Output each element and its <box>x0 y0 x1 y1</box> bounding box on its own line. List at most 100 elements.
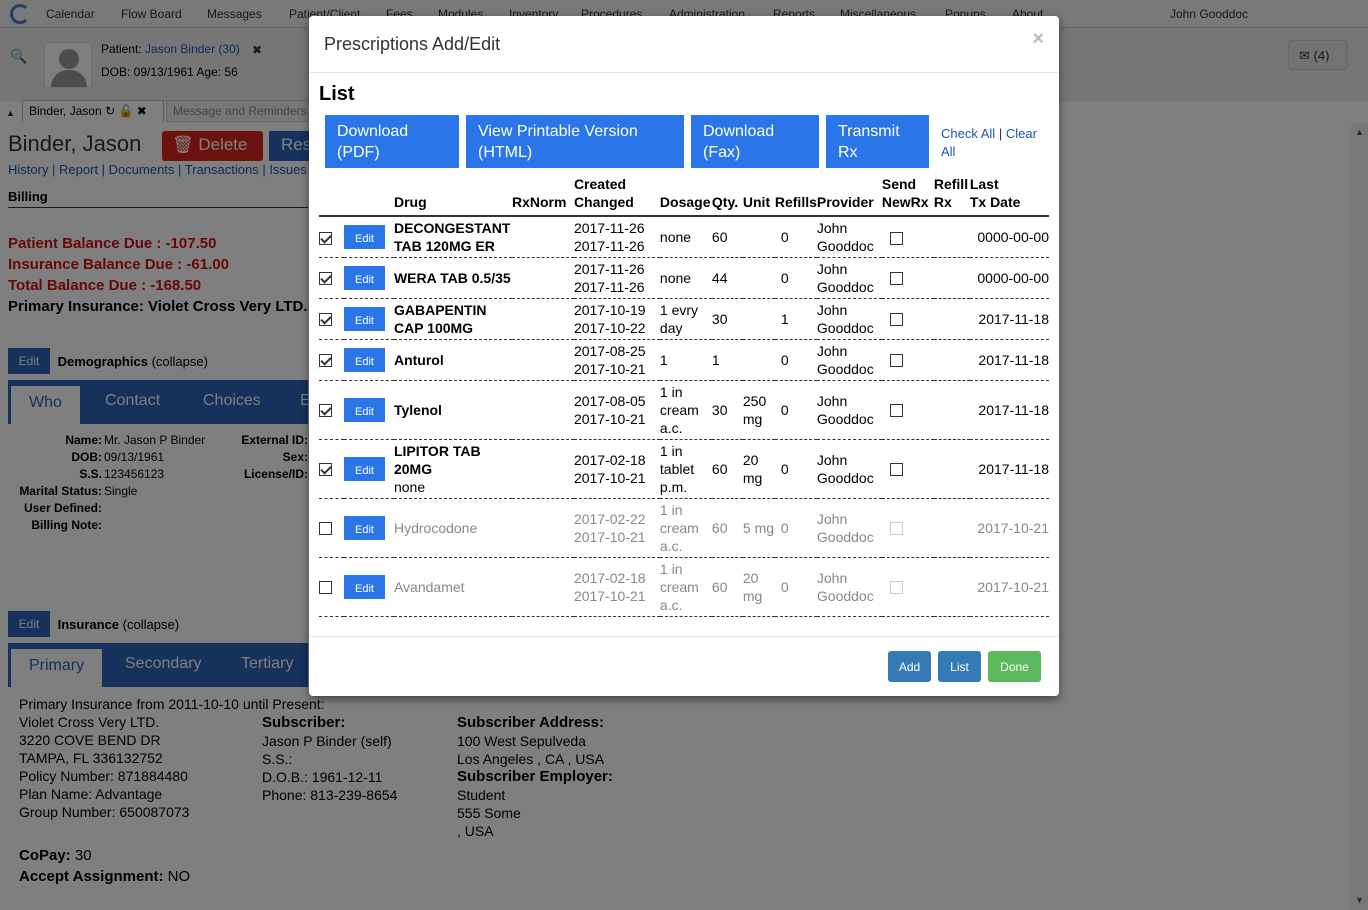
table-header-row: Drug RxNorm Created Changed Dosage Qty. U… <box>319 175 1049 217</box>
download-pdf-button[interactable]: Download (PDF) <box>325 115 459 168</box>
row-drug: GABAPENTIN CAP 100MG <box>393 298 512 340</box>
download-fax-button[interactable]: Download (Fax) <box>691 115 819 168</box>
row-select-checkbox[interactable] <box>319 522 332 536</box>
row-unit <box>742 257 775 299</box>
created-date: 2017-11-26 <box>573 219 645 236</box>
row-edit-button[interactable]: Edit <box>343 456 385 481</box>
row-dosage: 1 in tablet p.m. <box>659 439 712 499</box>
table-row: Edit WERA TAB 0.5/35 2017-11-26 2017-11-26 n… <box>319 257 1049 299</box>
row-rxnorm <box>511 439 574 499</box>
row-provider: John Gooddoc <box>816 298 882 340</box>
modal-header-divider <box>309 72 1059 73</box>
row-refill-rx <box>933 380 970 440</box>
row-dates: 2017-02-18 2017-10-21 <box>573 557 660 617</box>
row-rxnorm <box>511 339 574 381</box>
check-all-link[interactable]: Check All <box>941 126 995 141</box>
row-select-cell <box>319 439 344 499</box>
row-dosage: 1 in cream a.c. <box>659 498 712 558</box>
drug-name: DECONGESTANT TAB 120MG ER <box>393 219 511 254</box>
row-qty: 30 <box>711 298 743 340</box>
list-heading: List <box>319 83 355 105</box>
row-edit-button[interactable]: Edit <box>343 265 385 290</box>
row-dates: 2017-02-18 2017-10-21 <box>573 439 660 499</box>
link-separator: | <box>998 126 1003 141</box>
send-newrx-checkbox[interactable] <box>889 313 903 327</box>
send-newrx-checkbox[interactable] <box>889 463 903 477</box>
row-edit-button[interactable]: Edit <box>343 347 385 372</box>
col-check <box>319 175 344 217</box>
row-edit-button[interactable]: Edit <box>343 224 385 249</box>
view-printable-html-button[interactable]: View Printable Version (HTML) <box>466 115 684 168</box>
send-newrx-checkbox[interactable] <box>889 354 903 368</box>
row-qty: 30 <box>711 380 743 440</box>
list-button[interactable]: List <box>938 651 981 682</box>
row-select-checkbox[interactable] <box>319 272 332 286</box>
row-drug: Tylenol <box>393 380 512 440</box>
row-send-cell <box>881 216 934 258</box>
modal-close-icon[interactable]: × <box>1032 28 1044 51</box>
row-select-checkbox[interactable] <box>319 354 332 368</box>
table-row: Edit Hydrocodone 2017-02-22 2017-10-21 1 in … <box>319 498 1049 558</box>
row-select-checkbox[interactable] <box>319 313 332 327</box>
col-created-changed: Created Changed <box>573 175 660 217</box>
prescriptions-table: Drug RxNorm Created Changed Dosage Qty. U… <box>319 175 1049 617</box>
done-button[interactable]: Done <box>988 651 1041 682</box>
row-edit-cell: Edit <box>343 298 394 340</box>
row-edit-button[interactable]: Edit <box>343 574 385 599</box>
row-qty: 44 <box>711 257 743 299</box>
row-refill-rx <box>933 557 970 617</box>
row-dosage: 1 in cream a.c. <box>659 557 712 617</box>
row-provider: John Gooddoc <box>816 339 882 381</box>
row-qty: 60 <box>711 557 743 617</box>
row-last-tx: 2017-11-18 <box>969 339 1049 381</box>
prescriptions-body: Edit DECONGESTANT TAB 120MG ER 2017-11-26 2… <box>319 216 1049 617</box>
row-last-tx: 2017-11-18 <box>969 380 1049 440</box>
col-refills: Refills <box>774 175 817 217</box>
row-select-cell <box>319 557 344 617</box>
row-unit: 20 mg <box>742 557 775 617</box>
row-last-tx: 0000-00-00 <box>969 216 1049 258</box>
row-refill-rx <box>933 439 970 499</box>
row-refills: 0 <box>774 439 817 499</box>
send-newrx-checkbox[interactable] <box>889 231 903 245</box>
created-date: 2017-10-19 <box>573 301 646 318</box>
drug-name: Avandamet <box>393 578 465 595</box>
row-qty: 60 <box>711 216 743 258</box>
row-select-checkbox[interactable] <box>319 231 332 245</box>
check-clear-links: Check All | Clear All <box>941 125 1046 161</box>
row-refills: 0 <box>774 257 817 299</box>
row-select-cell <box>319 380 344 440</box>
transmit-rx-button[interactable]: Transmit Rx <box>826 115 929 168</box>
row-send-cell <box>881 557 934 617</box>
row-edit-button[interactable]: Edit <box>343 515 385 540</box>
row-select-checkbox[interactable] <box>319 404 332 418</box>
row-edit-cell: Edit <box>343 380 394 440</box>
drug-name: GABAPENTIN CAP 100MG <box>393 301 487 336</box>
row-select-cell <box>319 498 344 558</box>
row-edit-button[interactable]: Edit <box>343 397 385 422</box>
col-qty: Qty. <box>711 175 743 217</box>
add-button[interactable]: Add <box>888 651 931 682</box>
row-last-tx: 2017-10-21 <box>969 557 1049 617</box>
row-qty: 60 <box>711 498 743 558</box>
row-rxnorm <box>511 298 574 340</box>
changed-date: 2017-11-26 <box>573 237 645 254</box>
row-rxnorm <box>511 557 574 617</box>
row-send-cell <box>881 339 934 381</box>
row-select-checkbox[interactable] <box>319 581 332 595</box>
send-newrx-checkbox[interactable] <box>889 404 903 418</box>
row-refills: 0 <box>774 557 817 617</box>
send-newrx-checkbox[interactable] <box>889 272 903 286</box>
row-provider: John Gooddoc <box>816 216 882 258</box>
row-edit-button[interactable]: Edit <box>343 306 385 331</box>
row-dosage: 1 evry day <box>659 298 712 340</box>
table-row: Edit DECONGESTANT TAB 120MG ER 2017-11-26 2… <box>319 216 1049 258</box>
col-refill-rx: Refill Rx <box>933 175 970 217</box>
drug-name: Anturol <box>393 351 444 368</box>
row-send-cell <box>881 439 934 499</box>
row-rxnorm <box>511 498 574 558</box>
table-row: Edit Anturol 2017-08-25 2017-10-21 1 1 0 John G… <box>319 339 1049 381</box>
row-refills: 0 <box>774 216 817 258</box>
row-select-checkbox[interactable] <box>319 463 332 477</box>
col-rxnorm: RxNorm <box>511 175 574 217</box>
